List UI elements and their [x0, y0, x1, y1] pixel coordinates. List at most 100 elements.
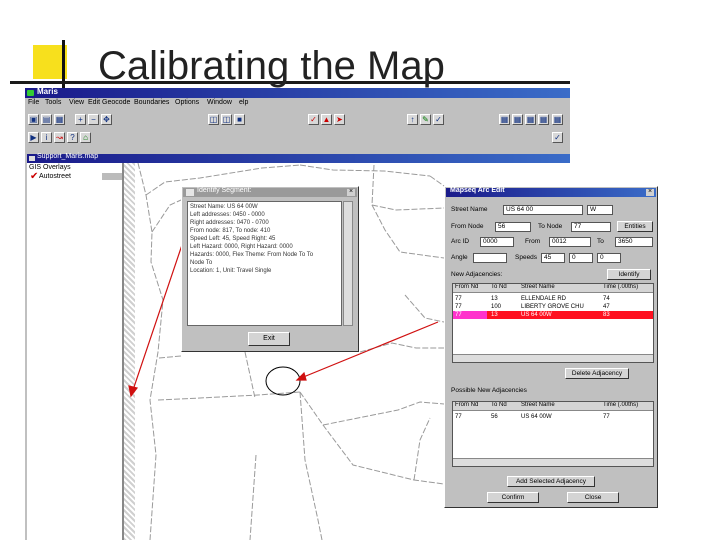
- table-row[interactable]: 77 56 US 64 00W 77: [453, 413, 653, 421]
- tool-route-icon[interactable]: ⌂: [80, 132, 91, 143]
- delete-adjacency-button[interactable]: Delete Adjacency: [565, 368, 629, 379]
- map-window-icon: [29, 156, 35, 161]
- menu-window[interactable]: Window: [207, 99, 232, 106]
- identify-line: Left Hazard: 0000, Right Hazard: 0000: [190, 244, 293, 250]
- column-from-node[interactable]: From Nd: [455, 402, 478, 408]
- cell-to: 13: [491, 312, 498, 318]
- menu-view[interactable]: View: [69, 99, 84, 106]
- app-logo-icon: [27, 90, 34, 96]
- from-node-field[interactable]: 56: [495, 222, 531, 232]
- tool-layer-2-icon[interactable]: ◫: [221, 114, 232, 125]
- cell-street: US 64 00W: [521, 414, 552, 420]
- tool-grid-4-icon[interactable]: ▦: [538, 114, 549, 125]
- column-from-node[interactable]: From Nd: [455, 284, 478, 290]
- tool-grid-5-icon[interactable]: ▦: [552, 114, 563, 125]
- speed-field-1[interactable]: 45: [541, 253, 565, 263]
- tool-identify-icon[interactable]: i: [41, 132, 52, 143]
- tool-zoom-out-icon[interactable]: −: [88, 114, 99, 125]
- cell-from: 77: [455, 304, 462, 310]
- speed-field-3[interactable]: 0: [597, 253, 621, 263]
- menu-edit-geocode[interactable]: Edit Geocode: [88, 99, 130, 106]
- tool-query-icon[interactable]: ?: [67, 132, 78, 143]
- tool-pan-icon[interactable]: ✥: [101, 114, 112, 125]
- tool-grid-2-icon[interactable]: ▦: [512, 114, 523, 125]
- column-to-node[interactable]: To Nd: [491, 284, 507, 290]
- tool-edit-icon[interactable]: ✓: [433, 114, 444, 125]
- adjacency-list[interactable]: From Nd To Nd Street Name Time (.00ths) …: [452, 283, 654, 363]
- column-to-node[interactable]: To Nd: [491, 402, 507, 408]
- tool-pencil-icon[interactable]: ✎: [420, 114, 431, 125]
- identify-dialog-icon: [186, 189, 194, 196]
- tool-check-icon[interactable]: ✓: [552, 132, 563, 143]
- menu-help[interactable]: elp: [239, 99, 248, 106]
- tool-open-icon[interactable]: ▣: [28, 114, 39, 125]
- identify-scrollbar[interactable]: [343, 201, 353, 326]
- adjacency-list-scrollbar[interactable]: [453, 354, 653, 362]
- identify-info-text: Street Name: US 64 00W Left addresses: 0…: [187, 201, 342, 326]
- tool-red-1-icon[interactable]: ✓: [308, 114, 319, 125]
- to-node-field[interactable]: 77: [571, 222, 611, 232]
- speed-field-2[interactable]: 0: [569, 253, 593, 263]
- close-icon[interactable]: ×: [347, 188, 355, 196]
- table-row[interactable]: 77 100 LIBERTY GROVE CHU 47: [453, 303, 653, 311]
- tool-layer-3-icon[interactable]: ■: [234, 114, 245, 125]
- identify-dialog-titlebar: Identify Segment: ×: [183, 187, 357, 197]
- layer-autostreet[interactable]: Autostreet: [39, 173, 71, 180]
- tool-select-icon[interactable]: ▶: [28, 132, 39, 143]
- cell-to: 13: [491, 296, 498, 302]
- identify-line: Right addresses: 0470 - 0700: [190, 220, 269, 226]
- tool-zoom-in-icon[interactable]: +: [75, 114, 86, 125]
- street-suffix-field[interactable]: W: [587, 205, 613, 215]
- panel-scrollbar[interactable]: [123, 163, 135, 540]
- tool-print-icon[interactable]: ▦: [54, 114, 65, 125]
- street-name-field[interactable]: US 64 00: [503, 205, 583, 215]
- tool-grid-3-icon[interactable]: ▦: [525, 114, 536, 125]
- column-street-name[interactable]: Street Name: [521, 402, 555, 408]
- identify-line: Location: 1, Unit: Travel Single: [190, 268, 272, 274]
- menu-options[interactable]: Options: [175, 99, 199, 106]
- toolbar: ▣ ▤ ▦ + − ✥ ◫ ◫ ■ ✓ ▲ ➤ ↑ ✎ ✓ ▦ ▦ ▦ ▦ ▦ …: [25, 110, 570, 154]
- tool-layer-1-icon[interactable]: ◫: [208, 114, 219, 125]
- tool-pointer-icon[interactable]: ↑: [407, 114, 418, 125]
- close-icon[interactable]: ×: [646, 188, 654, 196]
- possible-adjacencies-label: Possible New Adjacencies: [451, 387, 527, 394]
- column-street-name[interactable]: Street Name: [521, 284, 555, 290]
- cell-from: 77: [453, 311, 487, 319]
- to-field[interactable]: 3650: [615, 237, 653, 247]
- cell-time: 83: [603, 312, 610, 318]
- column-time[interactable]: Time (.00ths): [603, 284, 638, 290]
- column-time[interactable]: Time (.00ths): [603, 402, 638, 408]
- tool-measure-icon[interactable]: ↝: [54, 132, 65, 143]
- app-titlebar: Maris: [25, 88, 570, 98]
- table-row-selected[interactable]: 77 13 US 64 00W 83: [453, 311, 653, 319]
- cell-to: 100: [491, 304, 502, 310]
- tool-red-2-icon[interactable]: ▲: [321, 114, 332, 125]
- cell-street: ELLENDALE RD: [521, 296, 567, 302]
- entities-button[interactable]: Entities: [617, 221, 653, 232]
- angle-field[interactable]: [473, 253, 507, 263]
- identify-button[interactable]: Identify: [607, 269, 651, 280]
- identify-line: Street Name: US 64 00W: [190, 204, 258, 210]
- table-row[interactable]: 77 13 ELLENDALE RD 74: [453, 295, 653, 303]
- identify-line: Speed Left: 45, Speed Right: 45: [190, 236, 276, 242]
- exit-button[interactable]: Exit: [248, 332, 290, 346]
- tool-grid-1-icon[interactable]: ▦: [499, 114, 510, 125]
- possible-list-scrollbar[interactable]: [453, 458, 653, 466]
- gis-overlays-label: GIS Overlays: [29, 164, 71, 171]
- from-field[interactable]: 0012: [549, 237, 591, 247]
- layer-checkmark-icon[interactable]: ✔: [30, 172, 38, 182]
- possible-adjacency-list[interactable]: From Nd To Nd Street Name Time (.00ths) …: [452, 401, 654, 467]
- app-title: Maris: [37, 88, 58, 96]
- tool-red-3-icon[interactable]: ➤: [334, 114, 345, 125]
- menu-tools[interactable]: Tools: [45, 99, 61, 106]
- menu-boundaries[interactable]: Boundaries: [134, 99, 169, 106]
- from-node-label: From Node: [451, 223, 484, 230]
- add-selected-adjacency-button[interactable]: Add Selected Adjacency: [507, 476, 595, 487]
- tool-save-icon[interactable]: ▤: [41, 114, 52, 125]
- map-window-title: Support_Maris.map: [37, 153, 99, 160]
- cell-time: 47: [603, 304, 610, 310]
- arc-id-field[interactable]: 0000: [480, 237, 514, 247]
- close-button[interactable]: Close: [567, 492, 619, 503]
- confirm-button[interactable]: Confirm: [487, 492, 539, 503]
- menu-file[interactable]: File: [28, 99, 39, 106]
